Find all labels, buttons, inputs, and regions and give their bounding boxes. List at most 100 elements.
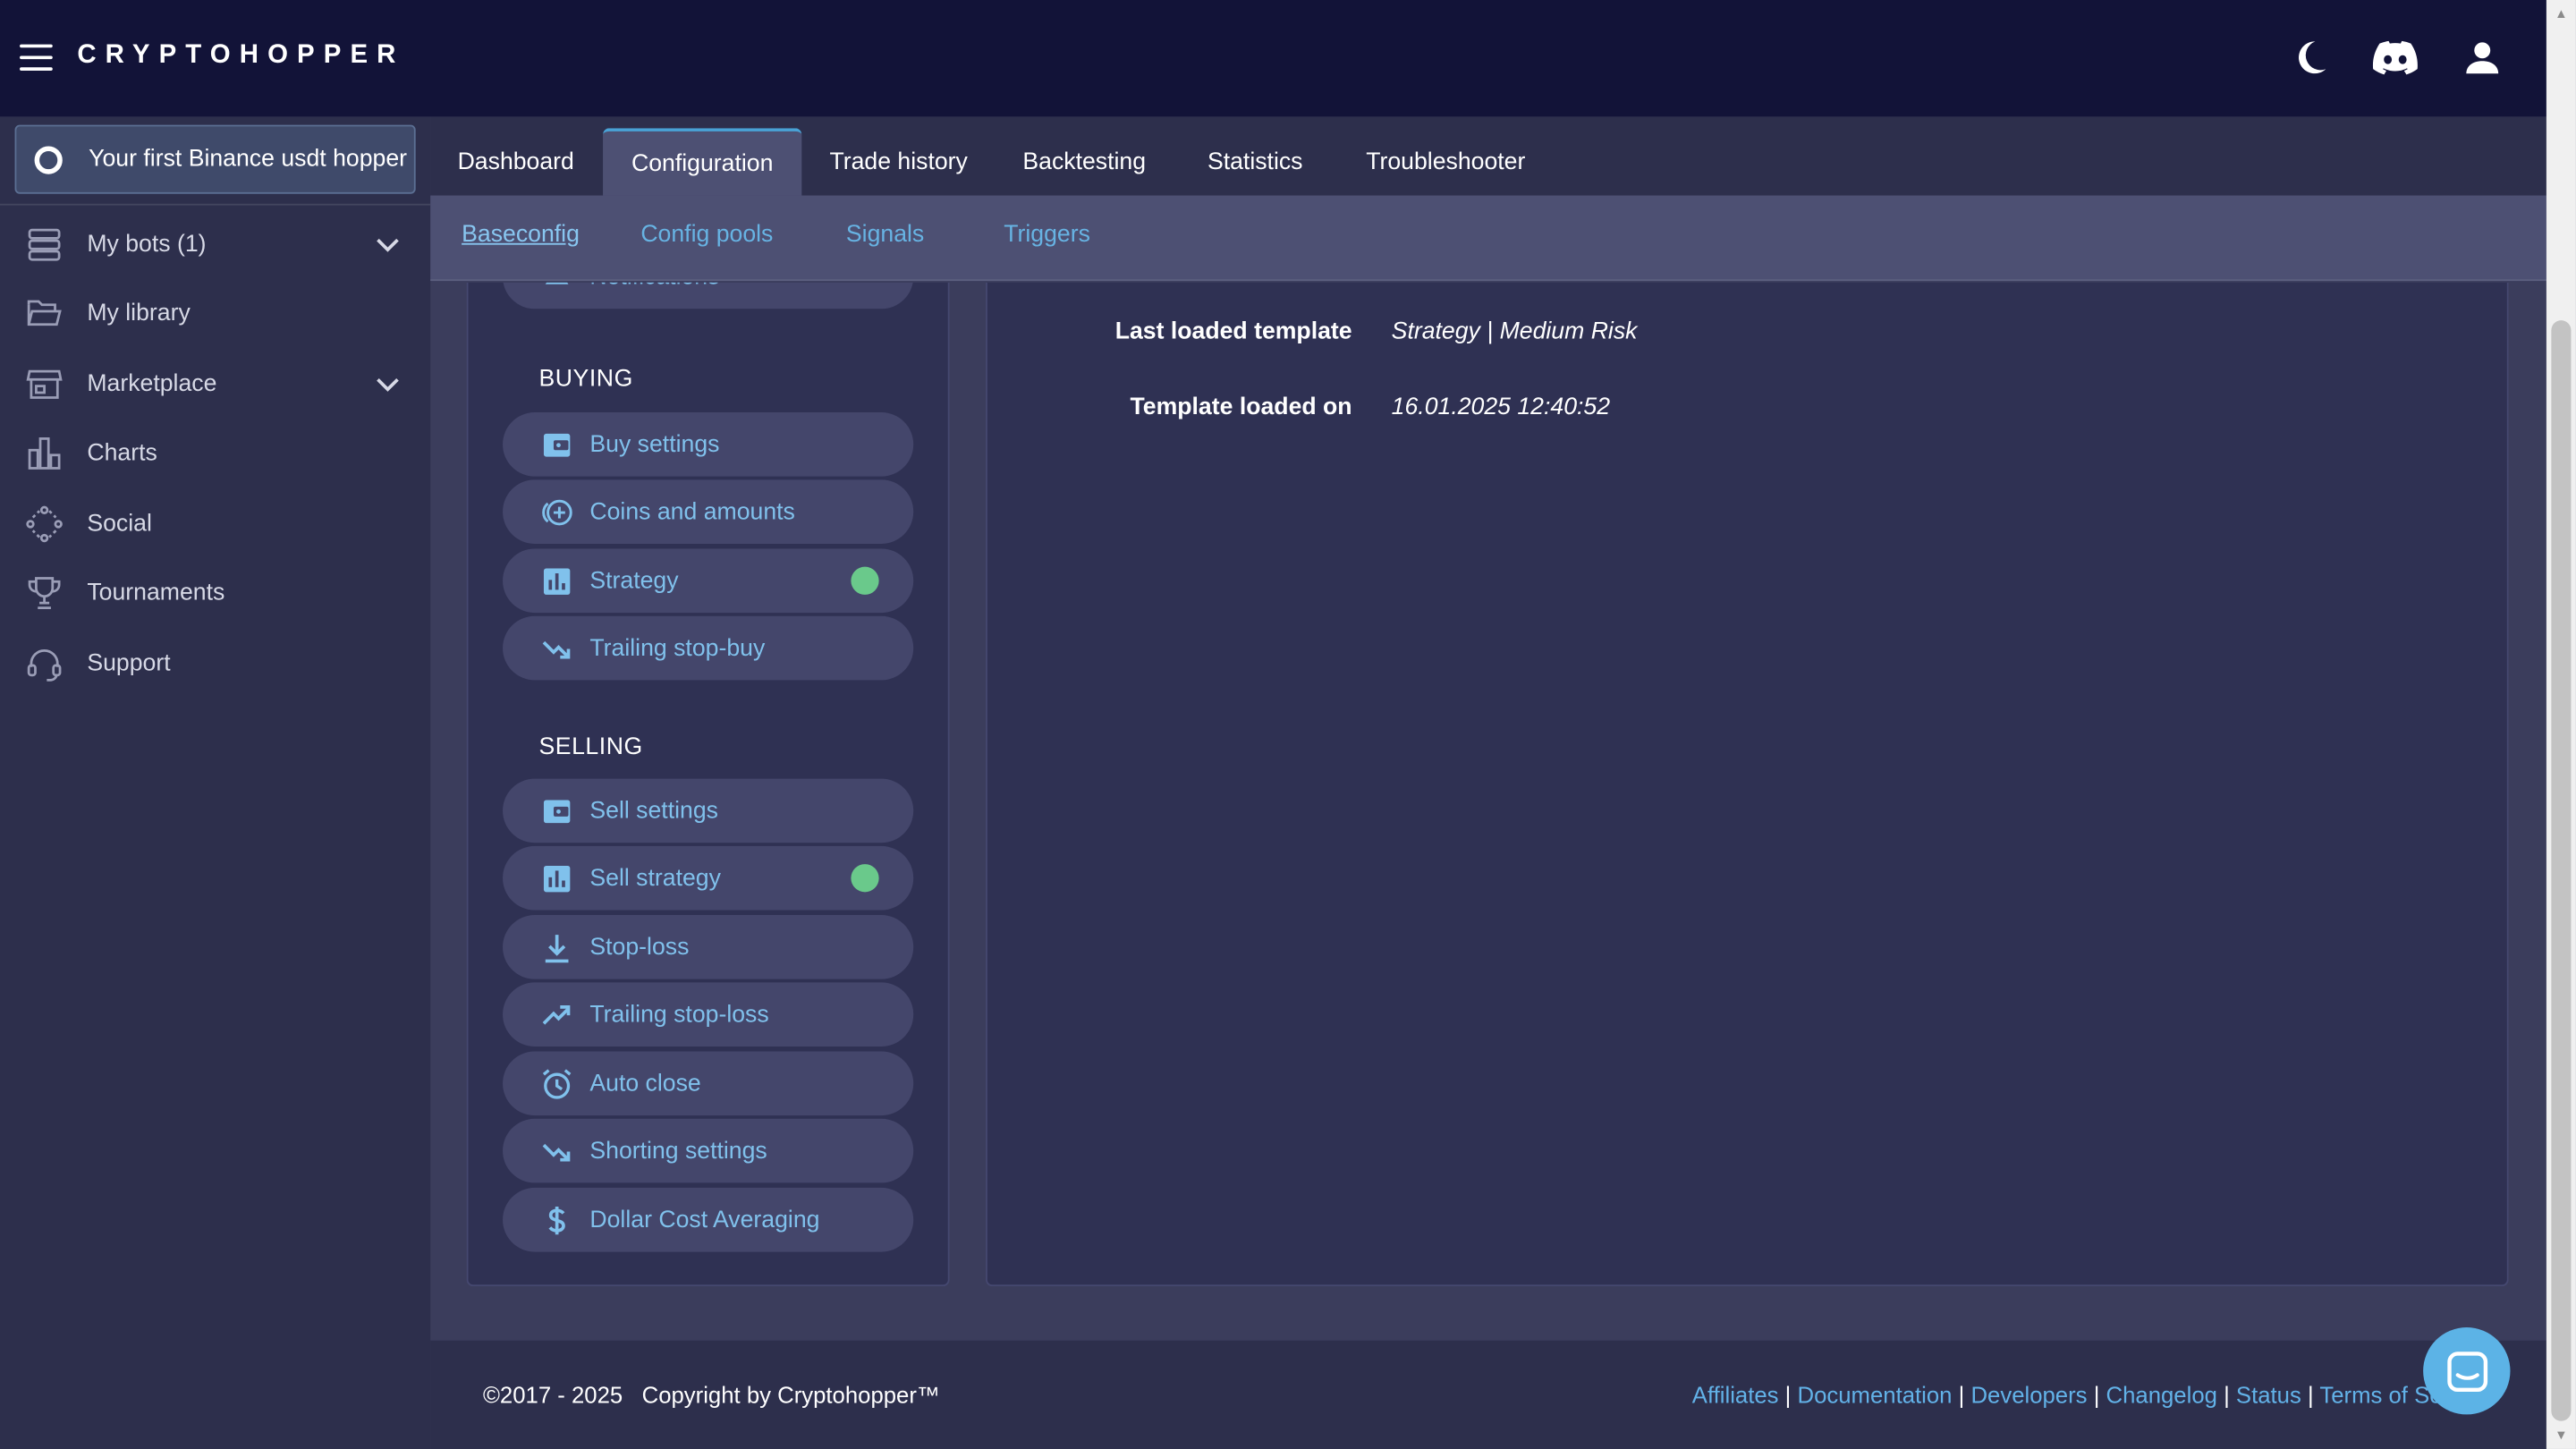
menu-item-label: Sell settings <box>589 797 718 825</box>
menu-item-trailing-stop-loss[interactable]: Trailing stop-loss <box>503 982 914 1046</box>
trend-down-icon <box>540 631 573 665</box>
chat-icon <box>2446 1351 2487 1392</box>
trend-up-icon <box>540 998 573 1031</box>
dollar-icon <box>540 1203 573 1236</box>
sidebar-item-label: My bots (1) <box>87 231 207 258</box>
bar-chart-icon <box>540 564 573 597</box>
menu-item-label: Auto close <box>589 1070 701 1097</box>
stack-icon <box>25 225 64 265</box>
menu-item-label: Buy settings <box>589 431 720 458</box>
section-title-buying: BUYING <box>538 366 633 393</box>
menu-item-label: Dollar Cost Averaging <box>589 1207 820 1233</box>
tab-statistics[interactable]: Statistics <box>1182 128 1327 195</box>
subtab-signals[interactable]: Signals <box>846 222 924 248</box>
hopper-name: Your first Binance usdt hopper <box>89 146 408 173</box>
menu-item-auto-close[interactable]: Auto close <box>503 1051 914 1116</box>
folder-icon <box>25 294 64 334</box>
trend-down-icon <box>540 1134 573 1167</box>
menu-item-label: Strategy <box>589 567 679 594</box>
scroll-up-arrow[interactable]: ▲ <box>2555 6 2568 21</box>
download-icon <box>540 930 573 963</box>
menu-item-buy-settings[interactable]: Buy settings <box>503 412 914 477</box>
sidebar-item-support[interactable]: Support <box>0 631 430 696</box>
user-icon[interactable] <box>2461 36 2504 79</box>
menu-item-sell-strategy[interactable]: Sell strategy <box>503 845 914 911</box>
hopper-status-icon <box>34 145 63 174</box>
scroll-down-arrow[interactable]: ▼ <box>2555 1428 2568 1443</box>
trophy-icon <box>25 573 64 613</box>
menu-item-strategy[interactable]: Strategy <box>503 548 914 614</box>
hopper-selector[interactable]: Your first Binance usdt hopper <box>14 124 416 194</box>
menu-item-label: Shorting settings <box>589 1137 767 1165</box>
sidebar-item-label: My library <box>87 301 191 327</box>
menu-item-dollar-cost-averaging[interactable]: Dollar Cost Averaging <box>503 1187 914 1252</box>
menu-item-notifications[interactable]: Notifications <box>503 282 914 309</box>
footer-link-changelog[interactable]: Changelog <box>2106 1382 2217 1408</box>
page-scrollbar[interactable]: ▲ ▼ <box>2546 0 2576 1449</box>
tab-troubleshooter[interactable]: Troubleshooter <box>1343 128 1549 195</box>
sidebar-item-my-library[interactable]: My library <box>0 281 430 346</box>
moon-icon[interactable] <box>2289 36 2332 79</box>
template-loaded-on-label: Template loaded on <box>1130 394 1352 421</box>
headset-icon <box>25 644 64 683</box>
sidebar-item-social[interactable]: Social <box>0 491 430 556</box>
menu-item-label: Trailing stop-buy <box>589 634 766 662</box>
footer-link-affiliates[interactable]: Affiliates <box>1692 1382 1779 1408</box>
store-icon <box>25 365 64 404</box>
menu-item-label: Notifications <box>589 283 719 290</box>
menu-item-label: Coins and amounts <box>589 498 795 525</box>
social-icon <box>25 504 64 544</box>
subtab-triggers[interactable]: Triggers <box>1004 222 1090 248</box>
last-loaded-template-label: Last loaded template <box>1114 318 1352 345</box>
section-title-selling: SELLING <box>538 734 643 761</box>
menu-item-shorting-settings[interactable]: Shorting settings <box>503 1118 914 1183</box>
sidebar-item-charts[interactable]: Charts <box>0 420 430 486</box>
top-bar: CRYPTOHOPPER <box>0 0 2546 117</box>
footer-link-developers[interactable]: Developers <box>1970 1382 2087 1408</box>
logo[interactable]: CRYPTOHOPPER <box>77 41 404 71</box>
wallet-icon <box>540 794 573 827</box>
coins-icon <box>540 496 573 529</box>
config-menu-panel: Notifications BUYING Buy settings Coins … <box>466 282 950 1287</box>
scrollbar-thumb[interactable] <box>2551 320 2572 1421</box>
subtab-baseconfig[interactable]: Baseconfig <box>462 222 580 248</box>
sidebar-item-label: Tournaments <box>87 580 225 606</box>
subtab-config-pools[interactable]: Config pools <box>640 222 773 248</box>
menu-item-label: Trailing stop-loss <box>589 1001 769 1028</box>
footer-link-status[interactable]: Status <box>2236 1382 2301 1408</box>
chart-icon <box>25 434 64 473</box>
sidebar-item-marketplace[interactable]: Marketplace <box>0 352 430 417</box>
menu-item-stop-loss[interactable]: Stop-loss <box>503 915 914 979</box>
menu-icon[interactable] <box>20 44 53 71</box>
menu-item-coins-and-amounts[interactable]: Coins and amounts <box>503 479 914 544</box>
copyright-text: ©2017 - 2025 Copyright by Cryptohopper™ <box>482 1381 940 1409</box>
chevron-down-icon[interactable] <box>375 232 401 258</box>
app-root: CRYPTOHOPPER Your first Binance usdt hop… <box>0 0 2576 1449</box>
status-indicator <box>851 566 879 595</box>
sidebar-item-label: Support <box>87 650 171 677</box>
template-loaded-on-value: 16.01.2025 12:40:52 <box>1391 394 1611 421</box>
bar-chart-icon <box>540 861 573 894</box>
sub-tabs: Baseconfig Config pools Signals Triggers <box>430 195 2546 282</box>
chat-button[interactable] <box>2423 1327 2511 1415</box>
footer-link-terms[interactable]: Terms of Se <box>2319 1382 2442 1408</box>
sidebar-item-label: Charts <box>87 440 157 467</box>
alarm-icon <box>540 1067 573 1100</box>
template-info-panel: Last loaded template Strategy | Medium R… <box>986 282 2509 1287</box>
chevron-down-icon[interactable] <box>375 371 401 397</box>
menu-item-sell-settings[interactable]: Sell settings <box>503 778 914 843</box>
tab-backtesting[interactable]: Backtesting <box>997 128 1172 195</box>
bell-icon <box>540 282 573 293</box>
tab-trade-history[interactable]: Trade history <box>807 128 991 195</box>
discord-icon[interactable] <box>2372 36 2418 79</box>
tab-configuration[interactable]: Configuration <box>603 128 802 196</box>
sidebar-item-tournaments[interactable]: Tournaments <box>0 560 430 625</box>
menu-item-trailing-stop-buy[interactable]: Trailing stop-buy <box>503 615 914 681</box>
divider <box>0 203 431 206</box>
footer-link-documentation[interactable]: Documentation <box>1798 1382 1953 1408</box>
sidebar-item-label: Marketplace <box>87 371 217 398</box>
menu-item-label: Sell strategy <box>589 865 721 892</box>
footer-links: Affiliates | Documentation | Developers … <box>1691 1381 2443 1409</box>
sidebar-item-my-bots[interactable]: My bots (1) <box>0 212 430 277</box>
tab-dashboard[interactable]: Dashboard <box>430 128 601 195</box>
